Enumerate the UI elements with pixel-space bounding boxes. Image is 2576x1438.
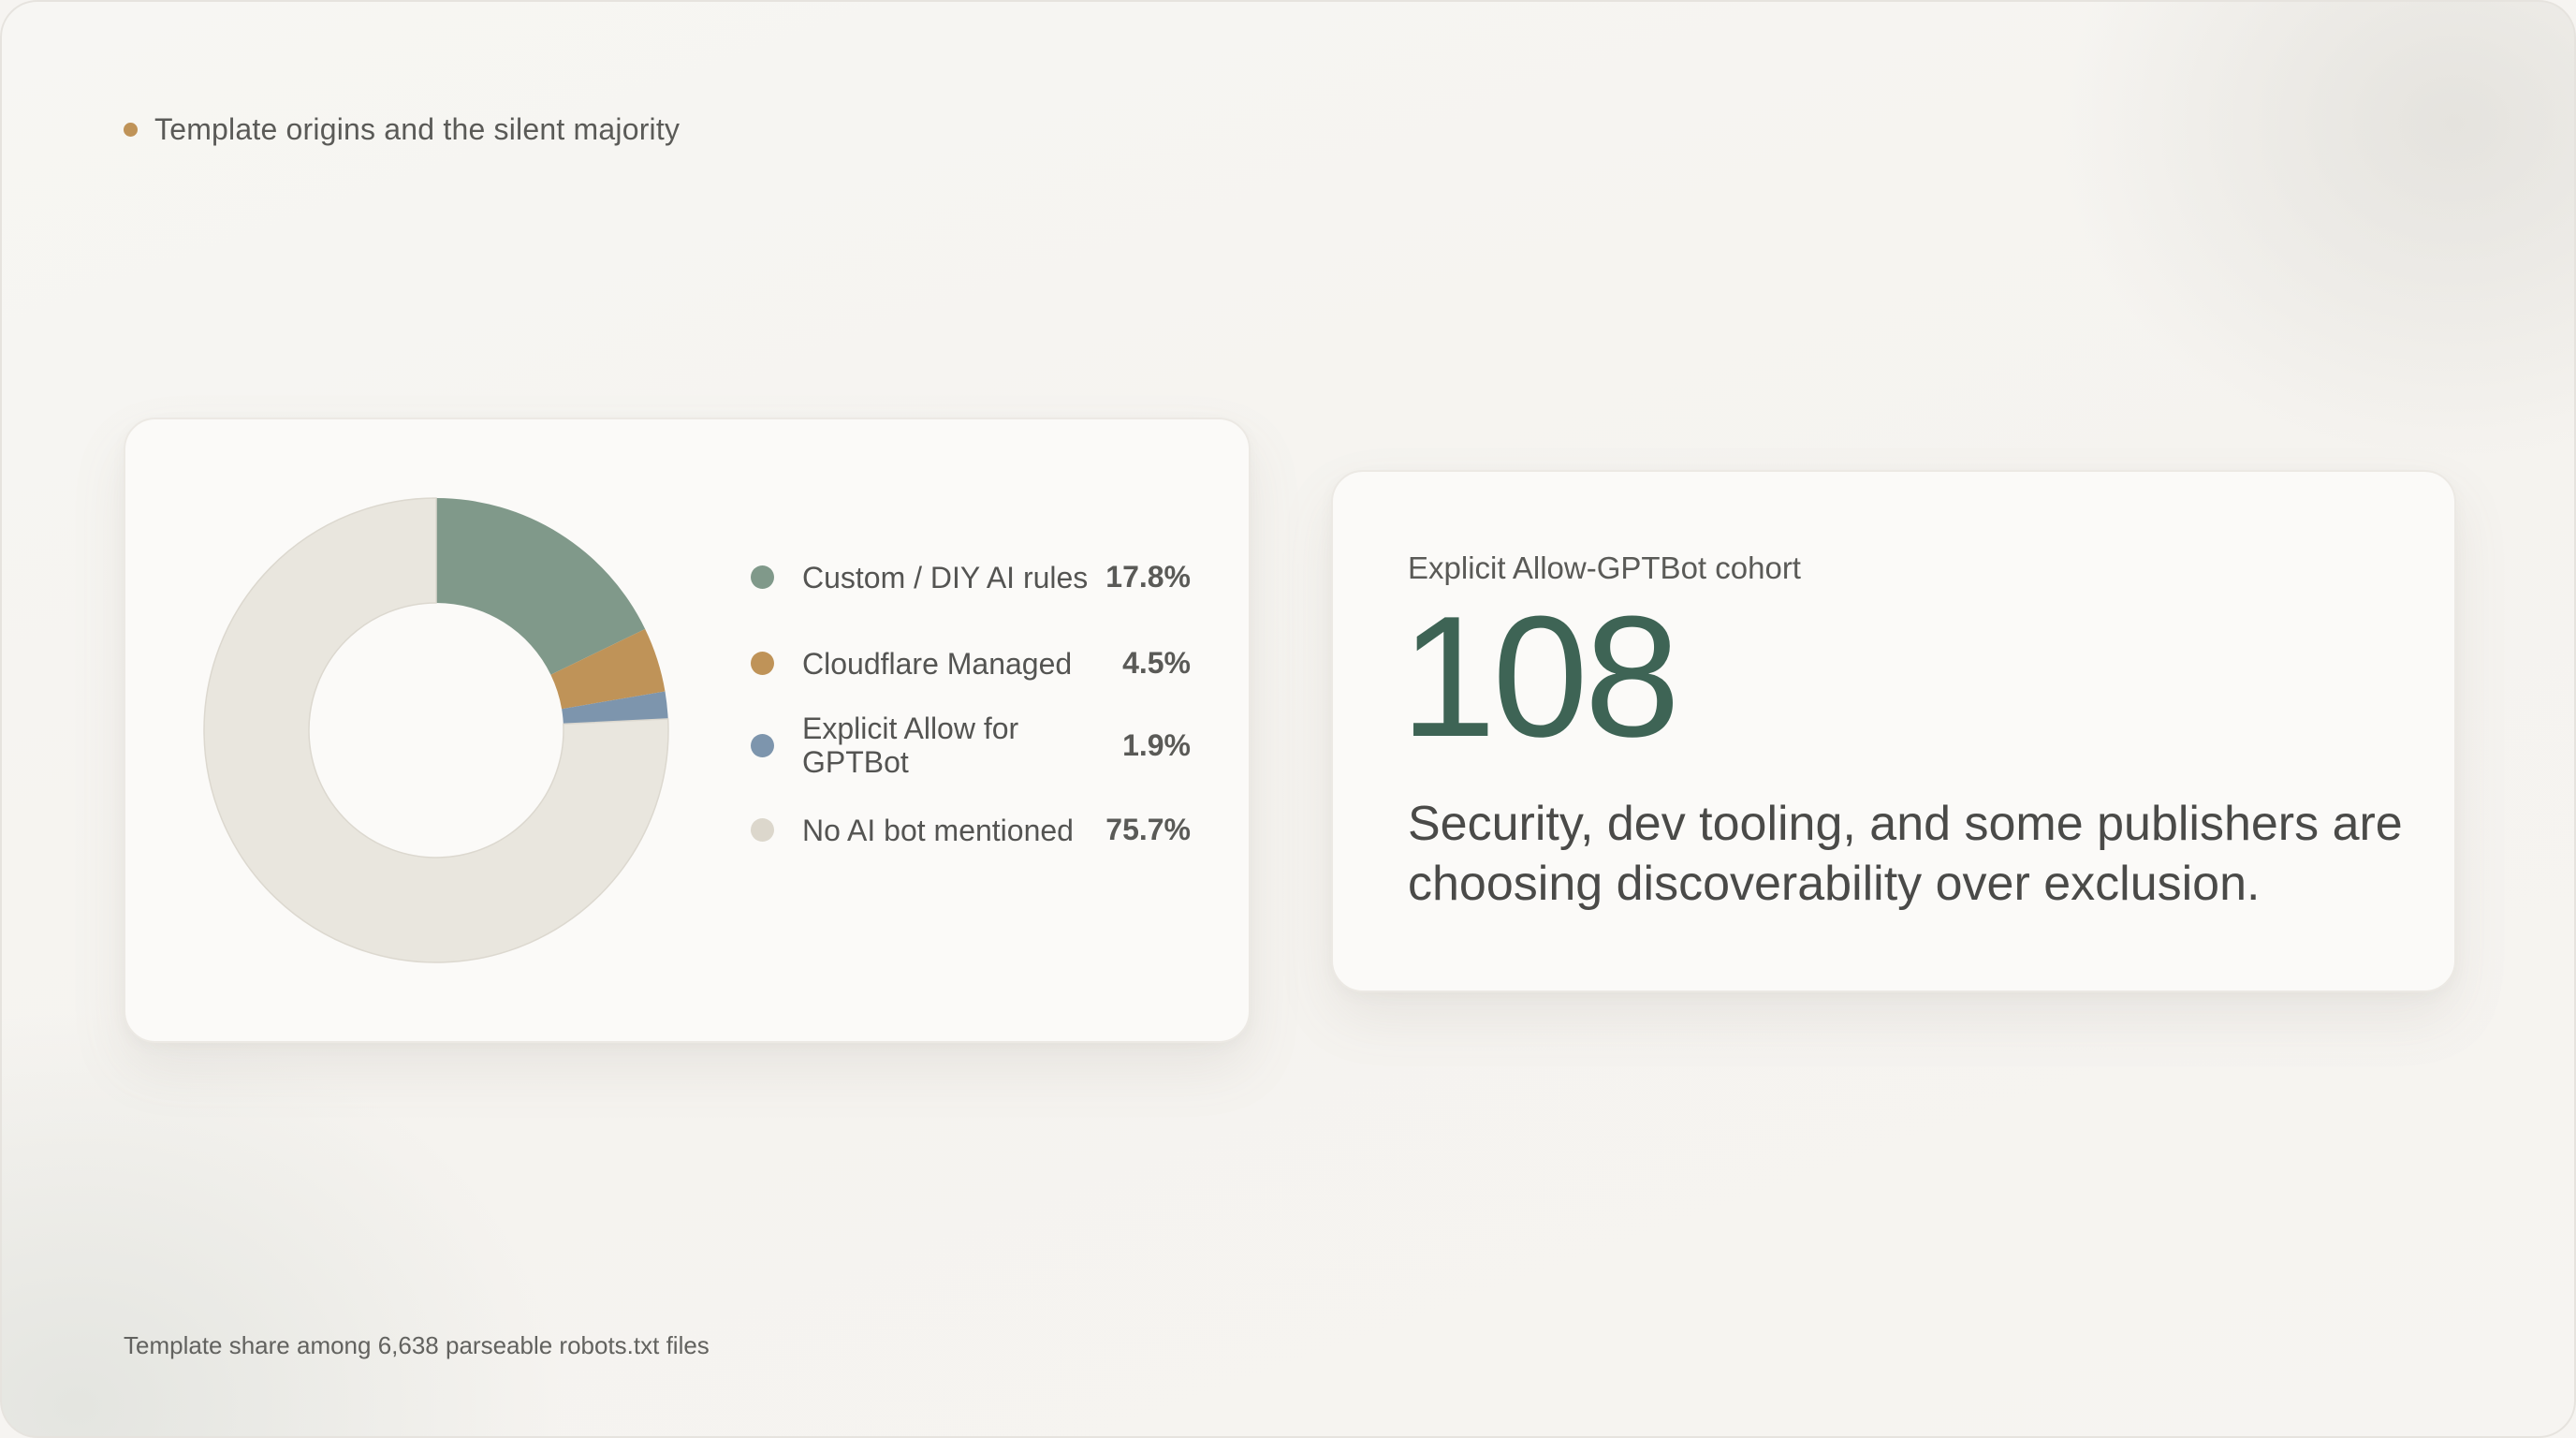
donut-chart xyxy=(203,497,669,963)
legend-item-explicit-allow-for-gptbot: Explicit Allow for GPTBot 1.9% xyxy=(751,712,1191,779)
legend-swatch xyxy=(751,652,774,675)
legend-swatch xyxy=(751,565,774,589)
footnote: Template share among 6,638 parseable rob… xyxy=(124,1331,710,1359)
section-eyebrow: Template origins and the silent majority xyxy=(124,112,680,147)
stat-card: Explicit Allow-GPTBot cohort 108 Securit… xyxy=(1331,470,2456,992)
slide: Template origins and the silent majority… xyxy=(0,0,2576,1438)
stat-number: 108 xyxy=(1400,580,1680,772)
legend-value: 17.8% xyxy=(1105,560,1191,594)
legend-label: Explicit Allow for GPTBot xyxy=(802,712,1019,779)
legend-item-cloudflare-managed: Cloudflare Managed 4.5% xyxy=(751,646,1191,681)
legend-label: No AI bot mentioned xyxy=(802,813,1074,847)
legend-swatch xyxy=(751,818,774,842)
legend-value: 1.9% xyxy=(1122,727,1191,762)
stat-description: Security, dev tooling, and some publishe… xyxy=(1408,797,2403,911)
legend-label: Cloudflare Managed xyxy=(802,646,1073,681)
legend-value: 4.5% xyxy=(1122,646,1191,680)
legend-value: 75.7% xyxy=(1105,813,1191,846)
eyebrow-dot xyxy=(124,123,138,137)
legend-item-no-ai-bot-mentioned: No AI bot mentioned 75.7% xyxy=(751,813,1191,847)
eyebrow-text: Template origins and the silent majority xyxy=(154,112,681,146)
legend-swatch xyxy=(751,733,774,757)
chart-card: Custom / DIY AI rules 17.8% Cloudflare Man… xyxy=(124,418,1251,1043)
legend-label: Custom / DIY AI rules xyxy=(802,560,1089,594)
legend-item-custom-diy-ai-rules: Custom / DIY AI rules 17.8% xyxy=(751,560,1191,594)
